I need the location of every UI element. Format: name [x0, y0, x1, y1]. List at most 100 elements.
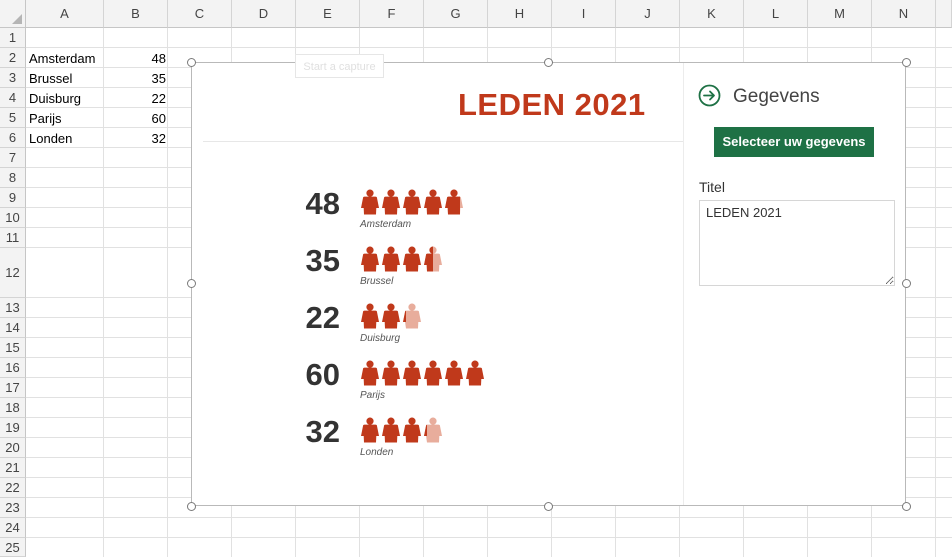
grid-row-line: [26, 47, 952, 48]
row-header-10[interactable]: 10: [0, 208, 26, 228]
cell-b5[interactable]: 60: [105, 109, 166, 129]
resize-handle-bottom-left[interactable]: [187, 502, 196, 511]
grid-row-line: [26, 537, 952, 538]
row-header-15[interactable]: 15: [0, 338, 26, 358]
person-icon: [382, 417, 400, 443]
person-icon: [403, 189, 421, 215]
cell-b3[interactable]: 35: [105, 69, 166, 89]
person-icon: [382, 360, 400, 386]
grid-row-line: [26, 517, 952, 518]
row-header-4[interactable]: 4: [0, 88, 26, 108]
row-header-14[interactable]: 14: [0, 318, 26, 338]
column-header-b[interactable]: B: [104, 0, 168, 28]
column-header-g[interactable]: G: [424, 0, 488, 28]
column-header-e[interactable]: E: [296, 0, 360, 28]
row-header-6[interactable]: 6: [0, 128, 26, 148]
person-icon: [361, 360, 379, 386]
category-label: Brussel: [360, 276, 394, 287]
person-icon: [382, 303, 400, 329]
cell-b6[interactable]: 32: [105, 129, 166, 149]
person-icon: [361, 246, 379, 272]
column-header-k[interactable]: K: [680, 0, 744, 28]
row-header-23[interactable]: 23: [0, 498, 26, 518]
person-icon: [445, 189, 463, 215]
column-header-j[interactable]: J: [616, 0, 680, 28]
column-header-m[interactable]: M: [808, 0, 872, 28]
start-capture-ghost-button: Start a capture: [295, 54, 384, 78]
column-header-d[interactable]: D: [232, 0, 296, 28]
chart-title: LEDEN 2021: [458, 87, 646, 122]
cell-a3[interactable]: Brussel: [29, 69, 72, 89]
column-header-l[interactable]: L: [744, 0, 808, 28]
category-label: Parijs: [360, 390, 386, 401]
person-icon: [424, 246, 442, 272]
row-header-24[interactable]: 24: [0, 518, 26, 538]
resize-handle-left[interactable]: [187, 279, 196, 288]
cell-b2[interactable]: 48: [105, 49, 166, 69]
person-icon: [424, 360, 442, 386]
row-header-22[interactable]: 22: [0, 478, 26, 498]
person-icon: [403, 303, 421, 329]
person-icon: [403, 417, 421, 443]
person-icon: [382, 189, 400, 215]
person-icon: [466, 360, 484, 386]
row-header-20[interactable]: 20: [0, 438, 26, 458]
column-header-i[interactable]: I: [552, 0, 616, 28]
resize-handle-bottom[interactable]: [544, 502, 553, 511]
row-header-12[interactable]: 12: [0, 248, 26, 298]
column-header-overflow: [936, 0, 952, 28]
person-icon: [382, 246, 400, 272]
title-input[interactable]: LEDEN 2021: [699, 200, 895, 286]
row-header-8[interactable]: 8: [0, 168, 26, 188]
person-icon: [403, 246, 421, 272]
cell-a2[interactable]: Amsterdam: [29, 49, 95, 69]
data-label: 22: [305, 300, 340, 335]
row-header-9[interactable]: 9: [0, 188, 26, 208]
row-header-13[interactable]: 13: [0, 298, 26, 318]
column-header-n[interactable]: N: [872, 0, 936, 28]
category-label: Duisburg: [360, 333, 401, 344]
person-icon: [361, 189, 379, 215]
person-icon: [424, 189, 442, 215]
row-header-11[interactable]: 11: [0, 228, 26, 248]
person-icon: [361, 303, 379, 329]
arrow-right-circle-icon[interactable]: [698, 84, 721, 107]
column-header-a[interactable]: A: [26, 0, 104, 28]
column-header-f[interactable]: F: [360, 0, 424, 28]
select-all-corner[interactable]: [0, 0, 26, 28]
row-header-19[interactable]: 19: [0, 418, 26, 438]
row-header-21[interactable]: 21: [0, 458, 26, 478]
resize-handle-top-right[interactable]: [902, 58, 911, 67]
cell-a6[interactable]: Londen: [29, 129, 72, 149]
select-data-button[interactable]: Selecteer uw gegevens: [714, 127, 874, 157]
row-header-3[interactable]: 3: [0, 68, 26, 88]
row-header-7[interactable]: 7: [0, 148, 26, 168]
row-header-16[interactable]: 16: [0, 358, 26, 378]
cell-a5[interactable]: Parijs: [29, 109, 62, 129]
resize-handle-top[interactable]: [544, 58, 553, 67]
person-icon: [403, 360, 421, 386]
resize-handle-bottom-right[interactable]: [902, 502, 911, 511]
row-header-1[interactable]: 1: [0, 28, 26, 48]
row-header-17[interactable]: 17: [0, 378, 26, 398]
row-header-5[interactable]: 5: [0, 108, 26, 128]
category-label: Londen: [360, 447, 394, 458]
panel-divider: [683, 63, 684, 505]
person-icon: [361, 417, 379, 443]
row-header-2[interactable]: 2: [0, 48, 26, 68]
title-divider: [203, 141, 683, 142]
data-label: 32: [305, 414, 340, 449]
resize-handle-right[interactable]: [902, 279, 911, 288]
column-header-c[interactable]: C: [168, 0, 232, 28]
title-field-label: Titel: [699, 179, 725, 195]
resize-handle-top-left[interactable]: [187, 58, 196, 67]
person-icon: [445, 360, 463, 386]
row-header-25[interactable]: 25: [0, 538, 26, 557]
data-label: 35: [305, 243, 340, 278]
category-label: Amsterdam: [360, 219, 412, 230]
cell-a4[interactable]: Duisburg: [29, 89, 81, 109]
row-header-18[interactable]: 18: [0, 398, 26, 418]
column-header-h[interactable]: H: [488, 0, 552, 28]
data-label: 48: [305, 186, 340, 221]
cell-b4[interactable]: 22: [105, 89, 166, 109]
